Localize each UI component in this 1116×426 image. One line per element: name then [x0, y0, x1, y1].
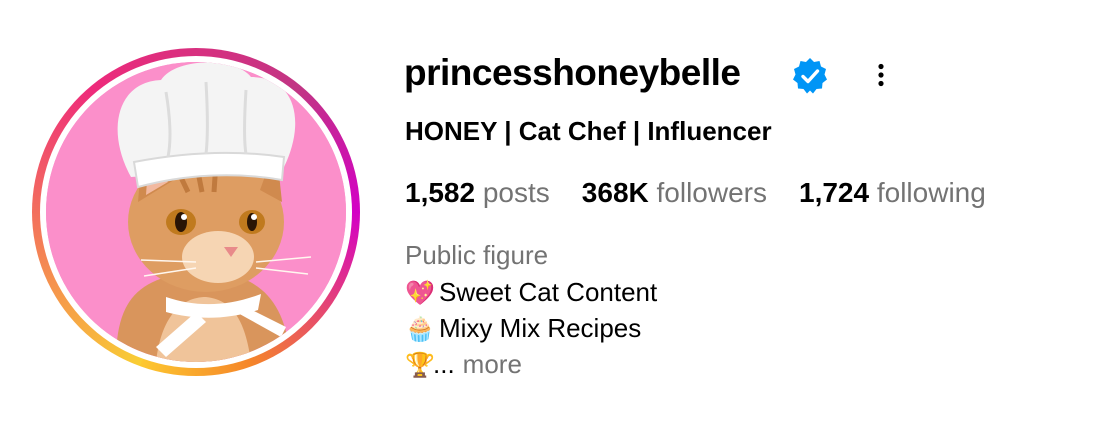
- bio-more-link[interactable]: more: [463, 349, 522, 380]
- sparkling-heart-icon: 💖: [405, 278, 435, 307]
- posts-stat[interactable]: 1,582 posts: [405, 177, 550, 209]
- bio-text: Sweet Cat Content: [439, 277, 658, 307]
- following-stat[interactable]: 1,724 following: [799, 177, 986, 209]
- bio-text: Mixy Mix Recipes: [439, 313, 642, 343]
- verified-badge-icon: [793, 58, 827, 94]
- profile-stats: 1,582 posts 368K followers 1,724 followi…: [405, 177, 986, 209]
- followers-stat[interactable]: 368K followers: [582, 177, 767, 209]
- cat-chef-avatar-image: [46, 62, 346, 362]
- following-count: 1,724: [799, 177, 870, 208]
- bio-line: 🏆 ... more: [405, 349, 522, 380]
- avatar[interactable]: [46, 62, 346, 362]
- followers-count: 368K: [581, 177, 649, 208]
- posts-count: 1,582: [405, 177, 476, 208]
- username: princesshoneybelle: [404, 52, 741, 93]
- display-name: HONEY | Cat Chef | Influencer: [405, 116, 772, 146]
- posts-label: posts: [482, 177, 550, 208]
- bio-ellipsis: ...: [433, 349, 455, 379]
- profile-header: princesshoneybelle HONEY | Cat Chef | In…: [0, 0, 1116, 426]
- bio-line: 💖 Sweet Cat Content: [405, 277, 657, 308]
- followers-label: followers: [656, 177, 767, 208]
- trophy-icon: 🏆: [405, 350, 435, 379]
- profile-category: Public figure: [405, 240, 549, 270]
- more-options-icon: [878, 63, 884, 87]
- avatar-story-ring[interactable]: [32, 48, 360, 376]
- following-label: following: [876, 177, 986, 208]
- more-options-button[interactable]: [866, 60, 896, 90]
- cupcake-icon: 🧁: [405, 314, 435, 343]
- bio-line: 🧁 Mixy Mix Recipes: [405, 313, 641, 344]
